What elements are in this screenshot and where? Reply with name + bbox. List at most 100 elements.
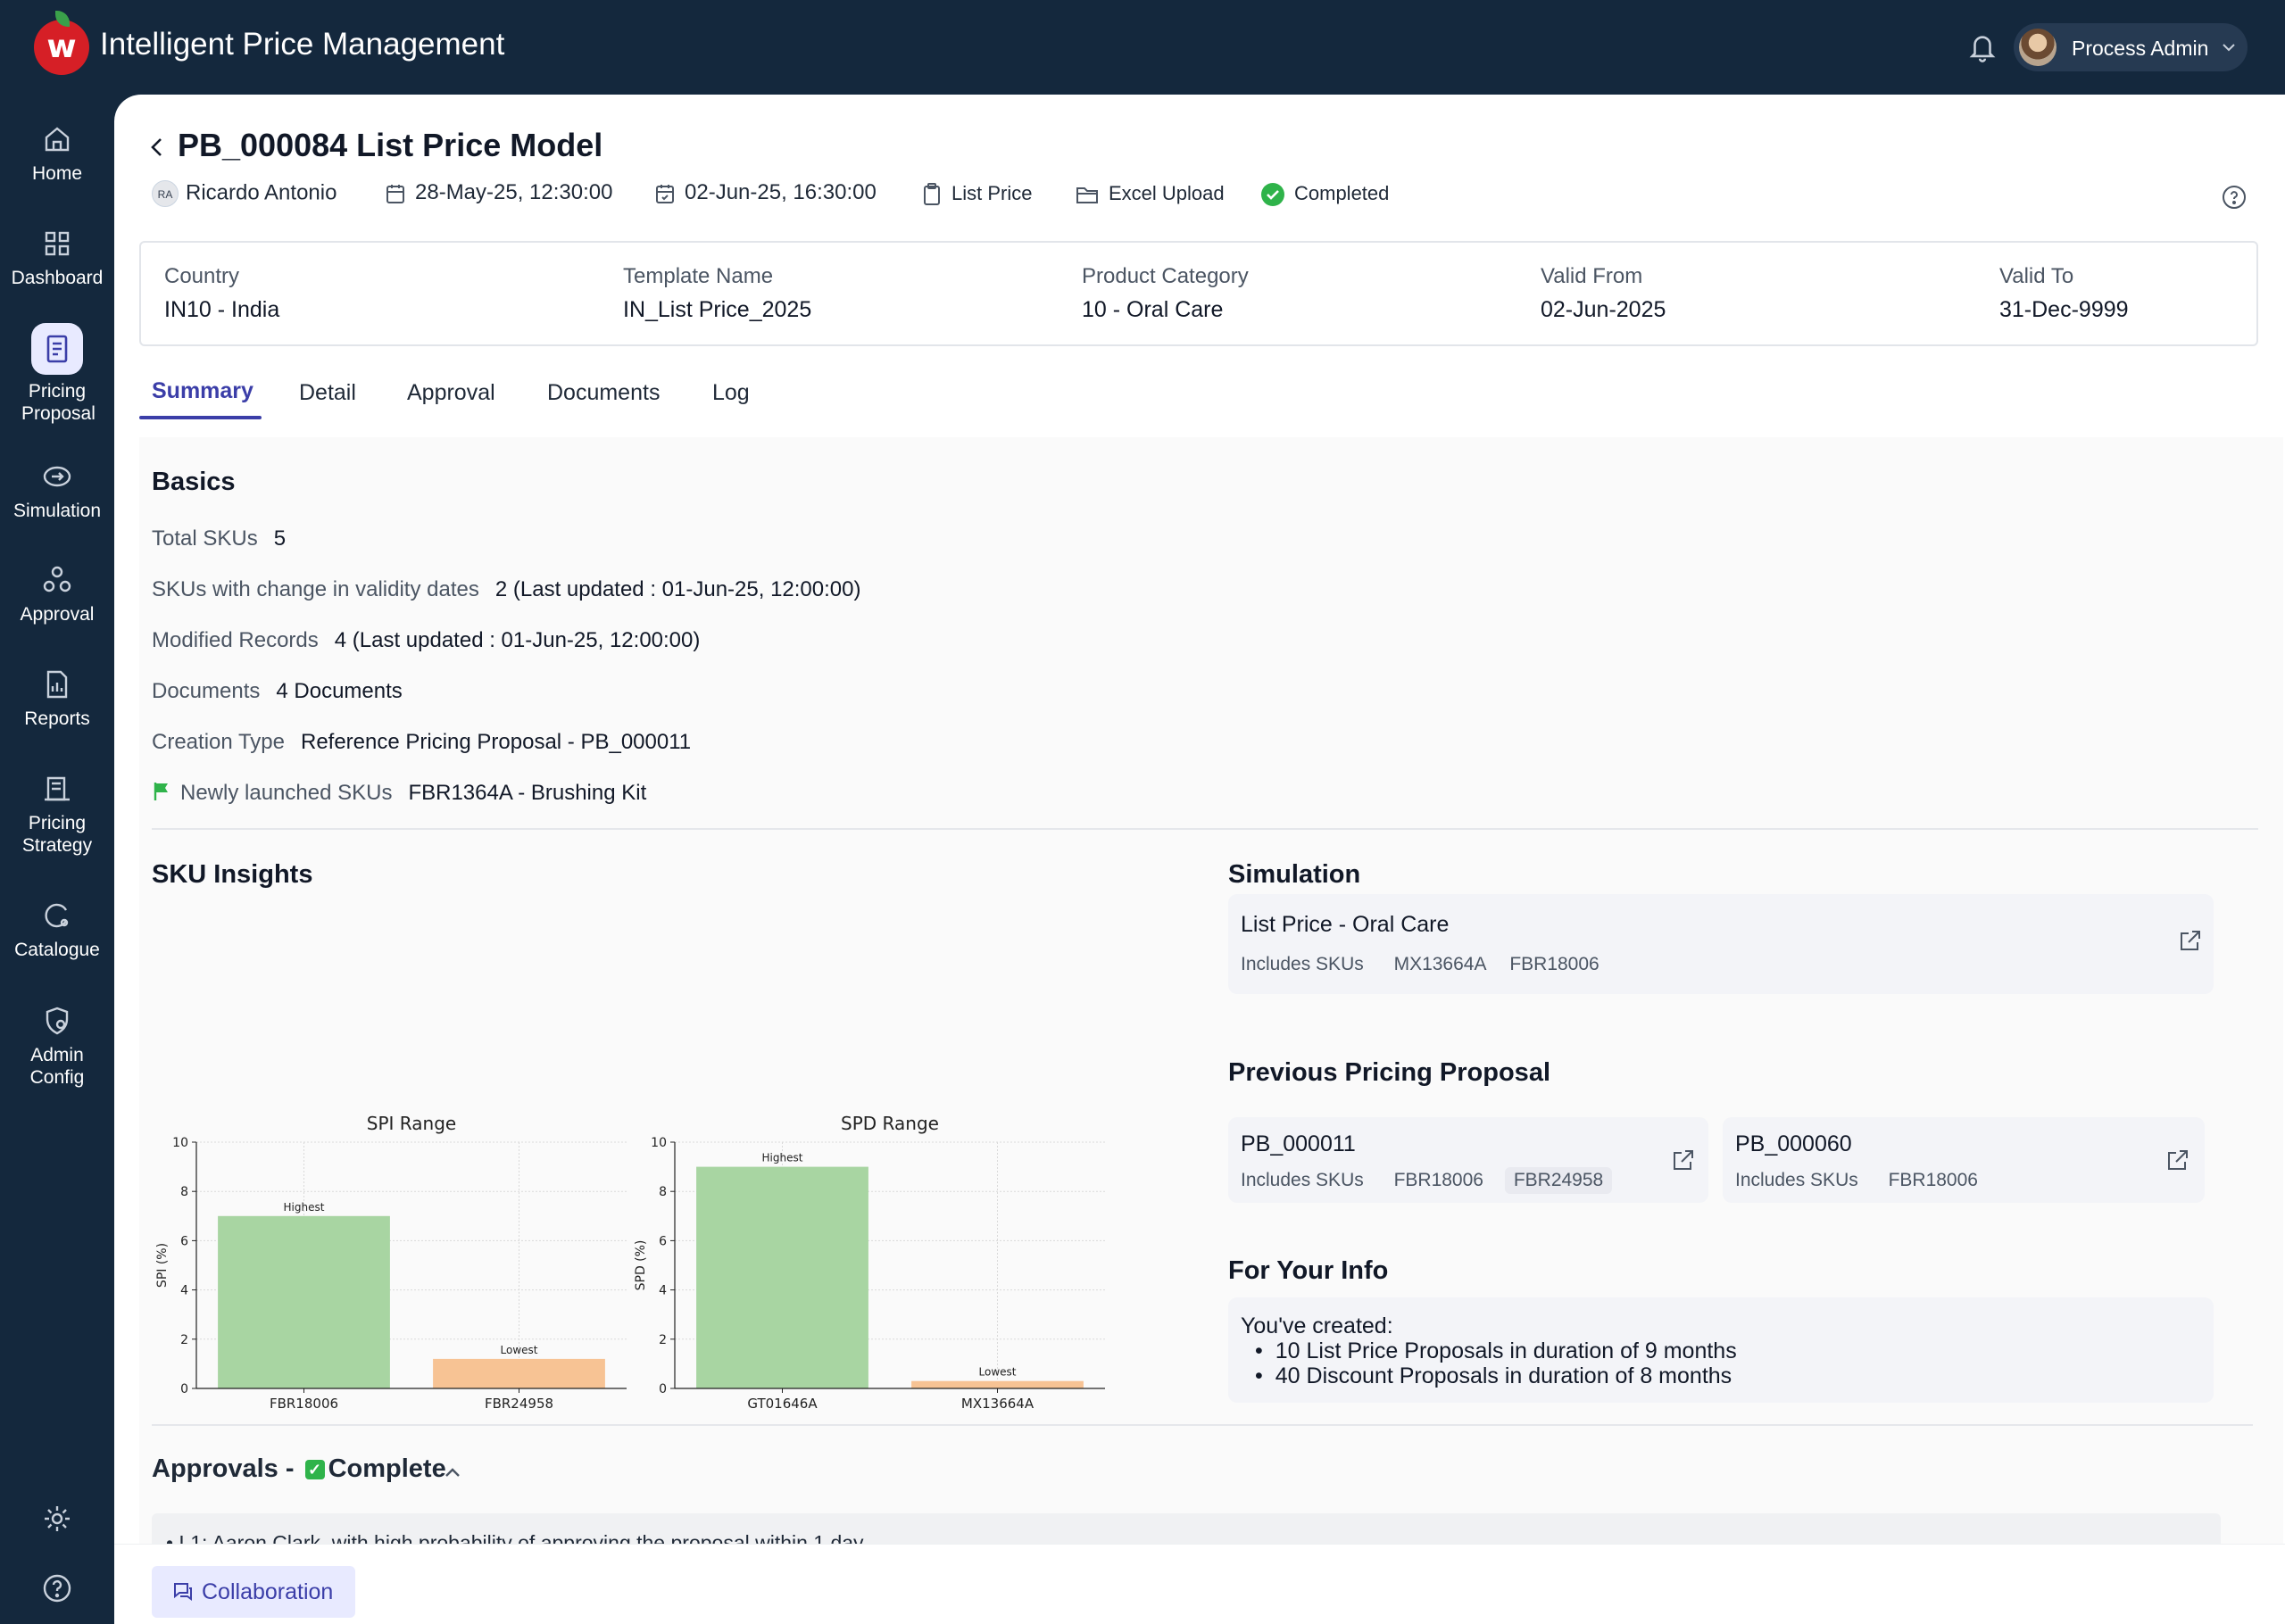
tab-log[interactable]: Log — [712, 380, 750, 406]
external-link-icon[interactable] — [2164, 1148, 2190, 1174]
tab-approval[interactable]: Approval — [407, 380, 495, 406]
chevron-down-icon — [2223, 44, 2235, 52]
sidebar-item-label: Pricing Strategy — [21, 813, 93, 856]
main-panel: PB_000084 List Price Model RA Ricardo Ant… — [114, 95, 2285, 1624]
sidebar-item-label: Approval — [20, 604, 95, 625]
avatar — [2019, 29, 2056, 66]
external-link-icon[interactable] — [1669, 1148, 1696, 1174]
footer-bar: Collaboration — [114, 1544, 2285, 1624]
sidebar-item-label: Reports — [24, 708, 90, 729]
valid-from-field: Valid From 02-Jun-2025 — [1541, 264, 1666, 322]
sidebar-item-home[interactable]: Home — [0, 121, 114, 185]
previous-proposal-title: Previous Pricing Proposal — [1228, 1058, 1550, 1087]
help-icon[interactable] — [39, 1570, 75, 1606]
proposal-info-card: Country IN10 - India Template Name IN_Li… — [139, 241, 2258, 346]
tab-detail[interactable]: Detail — [299, 380, 356, 406]
approvals-title: Approvals - ✓ Complete — [152, 1454, 446, 1483]
settings-icon[interactable] — [39, 1501, 75, 1537]
y-tick-label: 8 — [659, 1185, 667, 1199]
bar-annotation: Lowest — [979, 1366, 1017, 1379]
simulation-includes: Includes SKUs MX13664A FBR18006 — [1241, 951, 1608, 978]
sidebar-item-approval[interactable]: Approval — [0, 562, 114, 626]
y-tick-label: 2 — [659, 1333, 667, 1347]
chart-title: SPI Range — [367, 1113, 456, 1134]
external-link-icon[interactable] — [2176, 928, 2203, 955]
sidebar-item-label: Dashboard — [11, 268, 104, 288]
sidebar-item-catalogue[interactable]: Catalogue — [0, 898, 114, 961]
chevron-up-icon[interactable] — [443, 1465, 462, 1479]
basic-row-validity-change: SKUs with change in validity dates 2 (Las… — [152, 577, 861, 601]
bar — [696, 1166, 868, 1388]
approval-icon — [43, 566, 71, 592]
home-icon — [45, 127, 70, 152]
y-tick-label: 10 — [172, 1136, 188, 1150]
previous-proposal-card[interactable]: PB_000060 Includes SKUs FBR18006 — [1723, 1117, 2205, 1203]
sidebar-item-label: Home — [31, 163, 83, 184]
y-tick-label: 6 — [180, 1234, 188, 1248]
divider — [152, 828, 2258, 830]
dashboard-icon — [45, 231, 70, 256]
chart-title: SPD Range — [841, 1113, 939, 1134]
tab-documents[interactable]: Documents — [547, 380, 660, 406]
sku-chip: FBR18006 — [1888, 1170, 1978, 1190]
back-arrow-icon[interactable] — [146, 134, 168, 161]
sku-chip: FBR18006 — [1509, 954, 1600, 974]
summary-content — [139, 437, 2283, 1615]
bar — [911, 1380, 1084, 1388]
sidebar-item-dashboard[interactable]: Dashboard — [0, 226, 114, 289]
app-logo[interactable]: w — [34, 11, 89, 75]
x-tick-label: MX13664A — [961, 1396, 1034, 1412]
basic-row-new-skus: Newly launched SKUs FBR1364A - Brushing K… — [152, 781, 646, 806]
start-date: 28-May-25, 12:30:00 — [385, 180, 612, 211]
previous-proposal-card[interactable]: PB_000011 Includes SKUs FBR18006 FBR2495… — [1228, 1117, 1708, 1203]
admin-config-icon — [46, 1007, 69, 1035]
y-tick-label: 4 — [180, 1284, 188, 1298]
help-circle-icon[interactable] — [2221, 184, 2248, 211]
price-type: List Price — [921, 182, 1032, 212]
app-title: Intelligent Price Management — [100, 27, 505, 62]
y-tick-label: 10 — [651, 1136, 667, 1150]
basic-row-modified-records: Modified Records 4 (Last updated : 01-Jun… — [152, 628, 701, 652]
tab-summary[interactable]: Summary — [152, 378, 253, 404]
simulation-card-title: List Price - Oral Care — [1241, 912, 1450, 937]
x-tick-label: FBR24958 — [485, 1396, 553, 1412]
y-tick-label: 2 — [180, 1333, 188, 1347]
basic-row-total-skus: Total SKUs 5 — [152, 526, 287, 551]
bell-icon[interactable] — [1967, 30, 1998, 64]
pricing-strategy-icon — [45, 776, 70, 801]
sidebar-item-label: Admin Config — [29, 1045, 85, 1088]
end-date: 02-Jun-25, 16:30:00 — [654, 180, 877, 211]
sidebar-item-label: Simulation — [12, 501, 102, 521]
divider — [152, 1424, 2253, 1426]
y-tick-label: 0 — [180, 1382, 188, 1396]
sidebar-item-pricing-proposal[interactable]: Pricing Proposal — [0, 323, 114, 425]
check-box-icon: ✓ — [304, 1460, 325, 1480]
chat-icon — [174, 1583, 192, 1601]
sidebar-item-pricing-strategy[interactable]: Pricing Strategy — [0, 771, 114, 857]
sku-chip: FBR18006 — [1393, 1170, 1483, 1190]
pricing-proposal-icon — [46, 335, 68, 363]
status-badge: Completed — [1260, 182, 1389, 212]
y-tick-label: 8 — [180, 1185, 188, 1199]
sidebar-item-simulation[interactable]: Simulation — [0, 459, 114, 522]
user-name: Process Admin — [2072, 37, 2209, 60]
bar-annotation: Highest — [762, 1152, 803, 1164]
basic-row-documents: Documents 4 Documents — [152, 679, 403, 703]
bar — [433, 1358, 605, 1388]
valid-to-field: Valid To 31-Dec-9999 — [1999, 264, 2129, 322]
collaboration-button[interactable]: Collaboration — [152, 1566, 355, 1618]
list-item: 10 List Price Proposals in duration of 9… — [1255, 1338, 1737, 1364]
sidebar-item-admin-config[interactable]: Admin Config — [0, 1003, 114, 1089]
spd-range-chart: SPD Range SPD (%) 0 2 4 6 8 10 Highest GT01646A Lo… — [634, 1113, 1105, 1412]
y-tick-label: 6 — [659, 1234, 667, 1248]
sku-insights-title: SKU Insights — [152, 860, 313, 889]
basic-row-creation-type: Creation Type Reference Pricing Proposal … — [152, 730, 692, 754]
page-title: PB_000084 List Price Model — [178, 127, 603, 163]
user-menu[interactable]: Process Admin — [2014, 23, 2248, 71]
owner: RA Ricardo Antonio — [152, 180, 337, 211]
sidebar-item-reports[interactable]: Reports — [0, 667, 114, 730]
clipboard-icon — [924, 183, 940, 206]
logo-letter: w — [46, 29, 77, 65]
simulation-card[interactable]: List Price - Oral Care Includes SKUs MX1… — [1228, 894, 2214, 994]
catalogue-icon — [45, 903, 69, 928]
